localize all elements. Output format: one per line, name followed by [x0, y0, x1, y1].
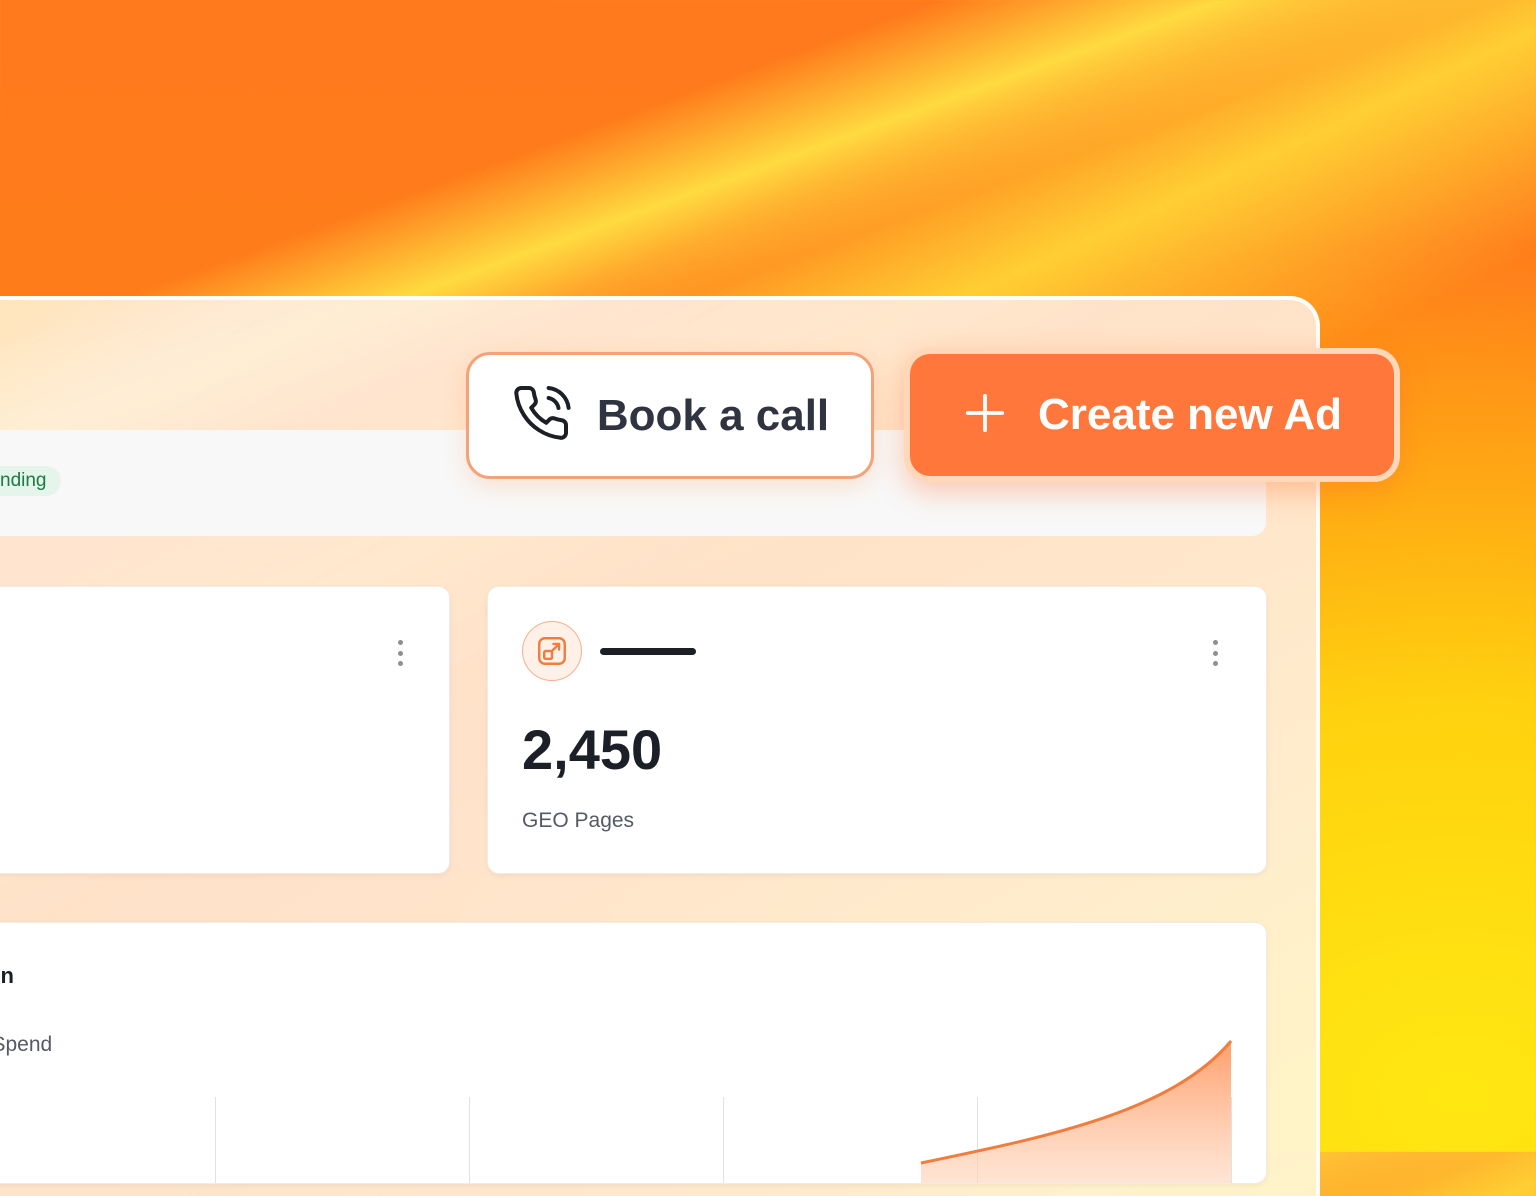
plus-icon [962, 390, 1008, 441]
more-vertical-icon[interactable] [1212, 640, 1218, 666]
create-ad-button[interactable]: Create new Ad [904, 348, 1400, 482]
card-title-placeholder [600, 648, 696, 655]
stat-value: 2,450 [522, 718, 663, 781]
create-ad-label: Create new Ad [1037, 390, 1342, 439]
stat-card-left [0, 586, 450, 874]
area-chart [920, 1040, 1233, 1183]
chart-card: ion l Spend [0, 922, 1267, 1184]
stat-label: GEO Pages [522, 809, 635, 832]
stat-card-geo-pages: 2,450 GEO Pages [487, 586, 1267, 874]
status-badge: nding [0, 466, 61, 496]
phone-call-icon [511, 383, 571, 448]
external-link-icon [522, 621, 582, 681]
area-series [921, 1041, 1231, 1183]
more-vertical-icon[interactable] [397, 640, 403, 666]
book-call-label: Book a call [596, 390, 830, 440]
book-call-button[interactable]: Book a call [466, 352, 874, 479]
